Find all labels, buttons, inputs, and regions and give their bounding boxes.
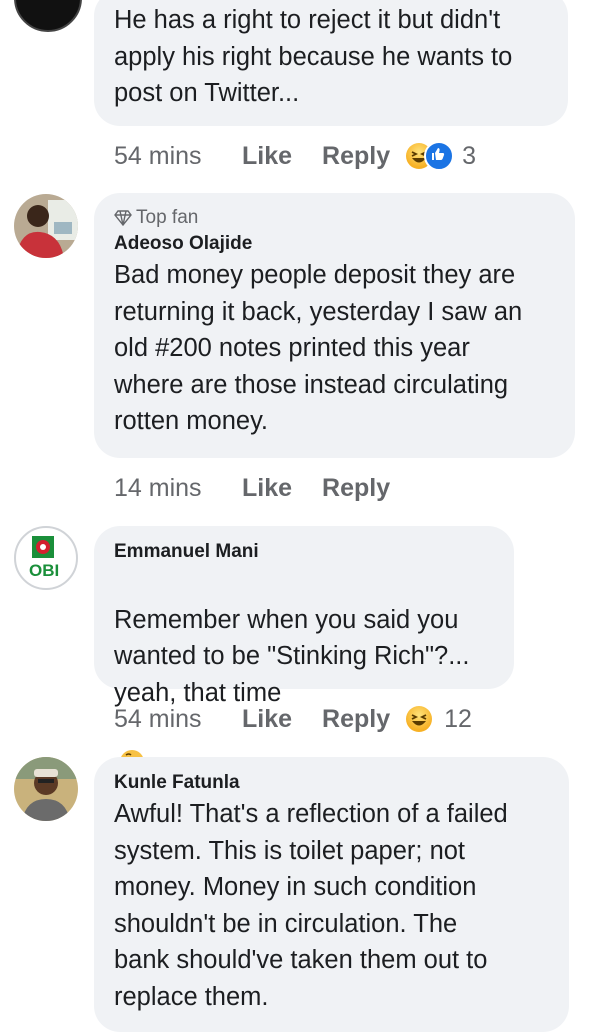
reaction-summary[interactable]: 3 — [406, 141, 476, 171]
comment-time[interactable]: 14 mins — [114, 474, 242, 503]
comment-time[interactable]: 54 mins — [114, 142, 242, 171]
comment-time[interactable]: 54 mins — [114, 705, 242, 734]
reply-button[interactable]: Reply — [322, 142, 390, 171]
reply-button[interactable]: Reply — [322, 705, 390, 734]
comment-text-content: Remember when you said you wanted to be … — [114, 605, 470, 707]
top-fan-label: Top fan — [136, 207, 199, 228]
comment-text: Bad money people deposit they are return… — [114, 261, 523, 435]
author-name[interactable]: Emmanuel Mani — [114, 539, 494, 565]
avatar[interactable] — [14, 194, 78, 258]
comment-bubble: Top fan Adeoso Olajide Bad money people … — [94, 193, 575, 458]
reaction-count: 3 — [462, 141, 477, 170]
reaction-count: 12 — [444, 704, 472, 733]
avatar[interactable] — [14, 757, 78, 821]
comment-actions: 54 mins Like Reply 3 — [114, 139, 476, 173]
comment-actions: 54 mins Like Reply 12 — [114, 702, 472, 736]
like-button[interactable]: Like — [242, 705, 292, 734]
comment-bubble: He has a right to reject it but didn't a… — [94, 0, 568, 126]
haha-icon — [406, 706, 433, 732]
comment-bubble: Kunle Fatunla Awful! That's a reflection… — [94, 757, 569, 1032]
like-icon — [424, 141, 455, 171]
diamond-icon — [114, 210, 132, 226]
author-name[interactable]: Adeoso Olajide — [114, 231, 555, 257]
author-name[interactable]: Kunle Fatunla — [114, 770, 549, 796]
avatar-label: OBI — [29, 561, 60, 580]
avatar[interactable]: OBI — [14, 526, 78, 590]
comment-bubble: Emmanuel Mani Remember when you said you… — [94, 526, 514, 774]
comment-actions: 14 mins Like Reply — [114, 471, 420, 505]
like-button[interactable]: Like — [242, 142, 292, 171]
reply-button[interactable]: Reply — [322, 474, 390, 503]
avatar[interactable] — [14, 0, 82, 32]
top-fan-badge: Top fan — [114, 207, 555, 229]
like-button[interactable]: Like — [242, 474, 292, 503]
comment-text: Remember when you said you wanted to be … — [114, 565, 494, 782]
comment-text: He has a right to reject it but didn't a… — [114, 6, 513, 107]
reaction-summary[interactable]: 12 — [406, 705, 472, 734]
comment-text: Awful! That's a reflection of a failed s… — [114, 800, 508, 1011]
